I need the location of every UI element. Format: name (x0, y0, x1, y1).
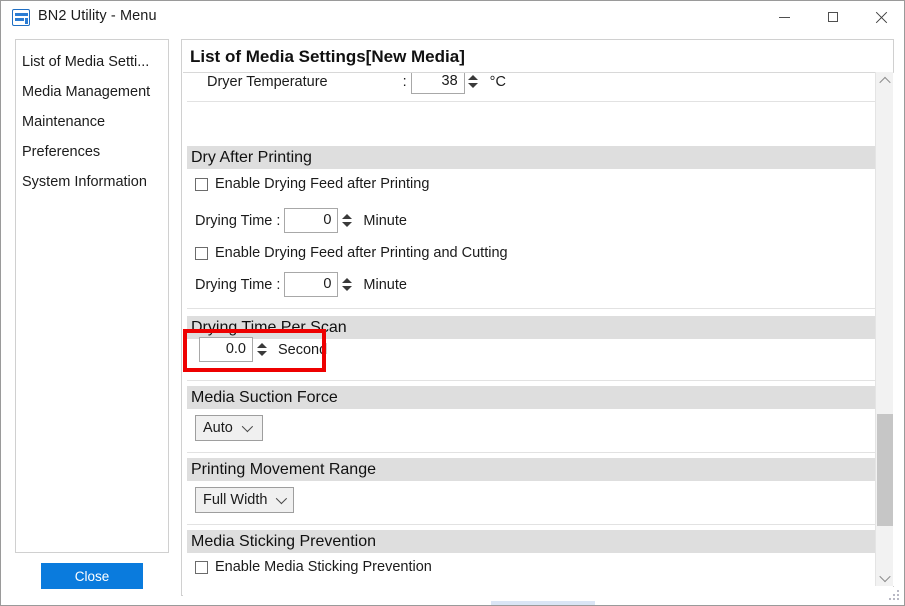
divider (187, 308, 877, 309)
drying-time-cutting-stepper[interactable]: 0 (284, 272, 354, 297)
drying-time-cutting-input[interactable]: 0 (284, 272, 339, 297)
title-bar: BN2 Utility - Menu (1, 1, 904, 34)
scroll-down-button[interactable] (876, 569, 893, 586)
drying-time-printing-input[interactable]: 0 (284, 208, 339, 233)
enable-media-sticking-prevention-row[interactable]: Enable Media Sticking Prevention (195, 559, 432, 575)
divider (187, 452, 877, 453)
window-title: BN2 Utility - Menu (38, 8, 157, 24)
sidebar-item-media-management[interactable]: Media Management (16, 77, 168, 107)
group-header-media-suction-force: Media Suction Force (187, 386, 877, 409)
maximize-button[interactable] (809, 1, 856, 33)
checkbox-enable-media-sticking-prevention[interactable] (195, 560, 208, 574)
drying-time-per-scan-stepper[interactable]: 0.0 (199, 337, 269, 362)
dryer-temperature-spin-buttons[interactable] (466, 73, 481, 94)
checkbox-label: Enable Drying Feed after Printing (215, 176, 430, 192)
apply-button[interactable]: Apply (491, 601, 595, 605)
divider (187, 101, 877, 102)
checkbox-enable-drying-feed-after-printing-and-cutting[interactable] (195, 246, 208, 260)
drying-time-printing-row: Drying Time : 0 Minute (195, 208, 407, 233)
group-header-printing-movement-range: Printing Movement Range (187, 458, 877, 481)
scrollbar-thumb[interactable] (877, 414, 893, 526)
spinner-down-icon[interactable] (256, 351, 267, 356)
drying-time-per-scan-input[interactable]: 0.0 (199, 337, 253, 362)
printing-movement-range-value: Full Width (203, 492, 268, 508)
spinner-up-icon[interactable] (256, 343, 267, 348)
drying-time-per-scan-unit: Second (278, 341, 328, 358)
divider (187, 380, 877, 381)
drying-time-per-scan-row: 0.0 Second (195, 337, 327, 362)
spinner-up-icon[interactable] (341, 278, 352, 283)
spinner-up-icon[interactable] (341, 214, 352, 219)
sidebar: List of Media Setti... Media Management … (15, 39, 169, 553)
dryer-temperature-unit: °C (489, 73, 506, 90)
group-header-media-sticking-prevention: Media Sticking Prevention (187, 530, 877, 553)
enable-drying-feed-after-printing-and-cutting-row[interactable]: Enable Drying Feed after Printing and Cu… (195, 245, 508, 261)
media-suction-force-value: Auto (203, 420, 233, 436)
sidebar-item-list-of-media-settings[interactable]: List of Media Setti... (16, 47, 168, 77)
drying-time-printing-stepper[interactable]: 0 (284, 208, 354, 233)
dryer-temperature-row: Dryer Temperature : 38 °C (207, 73, 506, 94)
spinner-down-icon[interactable] (468, 83, 479, 88)
app-icon (12, 9, 30, 26)
chevron-up-icon (878, 76, 891, 88)
group-header-drying-time-per-scan: Drying Time Per Scan (187, 316, 877, 339)
minimize-button[interactable] (761, 1, 808, 33)
maximize-icon (827, 12, 838, 22)
drying-time-cutting-row: Drying Time : 0 Minute (195, 272, 407, 297)
chevron-down-icon (878, 570, 891, 582)
vertical-scrollbar[interactable] (875, 72, 893, 586)
spinner-down-icon[interactable] (341, 222, 352, 227)
dryer-temperature-label: Dryer Temperature (207, 73, 328, 90)
enable-drying-feed-after-printing-row[interactable]: Enable Drying Feed after Printing (195, 176, 429, 192)
close-button[interactable]: Close (41, 563, 143, 589)
apply-bar: Apply (183, 587, 894, 605)
resize-grip[interactable] (889, 590, 901, 602)
divider (187, 524, 877, 525)
drying-time-label: Drying Time : (195, 276, 281, 293)
settings-scroll-area: Dryer Temperature : 38 °C Dry After Prin… (183, 72, 894, 586)
close-window-button[interactable] (857, 1, 904, 33)
sidebar-item-system-information[interactable]: System Information (16, 167, 168, 197)
scroll-up-button[interactable] (876, 72, 893, 89)
group-header-dry-after-printing: Dry After Printing (187, 146, 877, 169)
spinner-down-icon[interactable] (341, 286, 352, 291)
drying-time-cutting-unit: Minute (363, 276, 407, 293)
dryer-temperature-input[interactable]: 38 (410, 73, 465, 94)
minimize-icon (779, 16, 790, 18)
drying-time-printing-unit: Minute (363, 212, 407, 229)
sidebar-list: List of Media Setti... Media Management … (16, 40, 168, 197)
settings-list: Dryer Temperature : 38 °C Dry After Prin… (183, 73, 877, 586)
sidebar-item-preferences[interactable]: Preferences (16, 137, 168, 167)
checkbox-label: Enable Media Sticking Prevention (215, 559, 432, 575)
printing-movement-range-dropdown[interactable]: Full Width (195, 487, 294, 513)
drying-time-label: Drying Time : (195, 212, 281, 229)
spinner-up-icon[interactable] (468, 75, 479, 80)
close-icon (875, 11, 887, 23)
content-panel: List of Media Settings[New Media] Dryer … (181, 39, 894, 605)
media-suction-force-dropdown[interactable]: Auto (195, 415, 263, 441)
chevron-down-icon (241, 420, 253, 433)
checkbox-label: Enable Drying Feed after Printing and Cu… (215, 245, 508, 261)
drying-time-cutting-spin-buttons[interactable] (339, 272, 354, 297)
sidebar-item-maintenance[interactable]: Maintenance (16, 107, 168, 137)
dryer-temperature-separator: : (402, 73, 407, 90)
chevron-down-icon (276, 492, 288, 505)
application-window: BN2 Utility - Menu List of Media Setti..… (0, 0, 905, 606)
page-title: List of Media Settings[New Media] (190, 47, 465, 66)
drying-time-per-scan-spin-buttons[interactable] (254, 337, 269, 362)
checkbox-enable-drying-feed-after-printing[interactable] (195, 177, 208, 191)
drying-time-printing-spin-buttons[interactable] (339, 208, 354, 233)
dryer-temperature-stepper[interactable]: 38 (410, 73, 481, 94)
